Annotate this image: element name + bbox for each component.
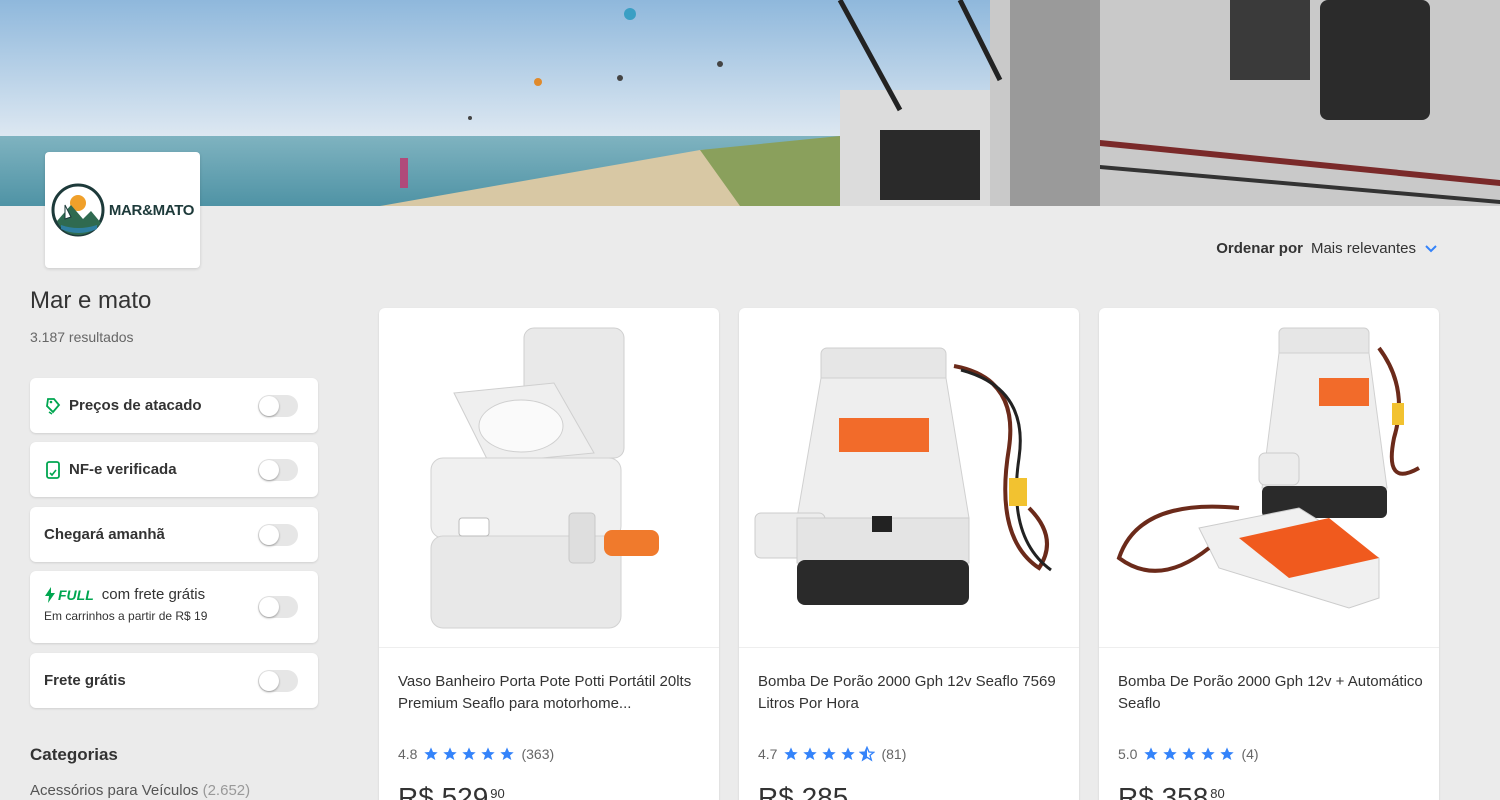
product-rating: 4.7 (81): [758, 746, 906, 762]
star-icon: [1144, 747, 1159, 760]
free-shipping-toggle[interactable]: [258, 669, 298, 692]
product-price: R$ 529 90: [398, 782, 505, 800]
product-image[interactable]: [739, 308, 1079, 648]
store-logo-card[interactable]: MAR&MATO: [45, 152, 200, 268]
wholesale-toggle[interactable]: [258, 394, 298, 417]
product-card[interactable]: Vaso Banheiro Porta Pote Potti Portátil …: [379, 308, 719, 800]
star-icon: [481, 747, 496, 760]
categories-title: Categorias: [30, 745, 118, 764]
category-count: (2.652): [202, 782, 251, 799]
product-image[interactable]: [1099, 308, 1439, 648]
product-card[interactable]: Bomba De Porão 2000 Gph 12v Seaflo 7569 …: [739, 308, 1079, 800]
product-card[interactable]: Bomba De Porão 2000 Gph 12v + Automático…: [1099, 308, 1439, 800]
star-icon: [424, 747, 439, 760]
category-label: Acessórios para Veículos: [30, 782, 199, 799]
price-cents: 90: [490, 786, 505, 800]
star-icon: [443, 747, 458, 760]
sort-label: Ordenar por: [1216, 240, 1303, 257]
filter-arrives-tomorrow[interactable]: Chegará amanhã: [30, 507, 318, 562]
star-icon: [1201, 747, 1216, 760]
store-logo-text: MAR&MATO: [108, 201, 195, 219]
lightning-icon: [45, 586, 55, 603]
product-price: R$ 285: [758, 782, 850, 800]
review-count: (4): [1241, 746, 1259, 762]
full-badge: FULL: [44, 586, 94, 603]
rating-value: 4.8: [398, 746, 418, 762]
product-title[interactable]: Vaso Banheiro Porta Pote Potti Portátil …: [398, 671, 703, 715]
sort-dropdown[interactable]: Ordenar por Mais relevantes: [1216, 240, 1438, 257]
star-icon: [1182, 747, 1197, 760]
wholesale-tag-icon: [44, 397, 62, 415]
half-star-icon: [859, 746, 876, 762]
rating-value: 4.7: [758, 746, 778, 762]
store-name: Mar e mato: [30, 287, 152, 314]
store-banner: [0, 0, 1500, 206]
rating-stars: [1143, 746, 1235, 762]
star-icon: [1220, 747, 1235, 760]
price-cents: 80: [1210, 786, 1225, 800]
filter-label: Frete grátis: [44, 672, 126, 689]
star-icon: [784, 747, 799, 760]
price-value: R$ 529: [398, 782, 489, 800]
product-title[interactable]: Bomba De Porão 2000 Gph 12v + Automático…: [1118, 671, 1423, 715]
product-rating: 5.0 (4): [1118, 746, 1259, 762]
review-count: (363): [521, 746, 555, 762]
price-value: R$ 285: [758, 782, 849, 800]
full-badge-text: FULL: [58, 586, 94, 603]
filter-wholesale[interactable]: Preços de atacado: [30, 378, 318, 433]
product-rating: 4.8 (363): [398, 746, 554, 762]
rating-value: 5.0: [1118, 746, 1138, 762]
filter-free-shipping[interactable]: Frete grátis: [30, 653, 318, 708]
nfe-toggle[interactable]: [258, 458, 298, 481]
rating-stars: [783, 746, 876, 762]
star-icon: [822, 747, 837, 760]
filter-label: Preços de atacado: [69, 397, 202, 414]
star-icon: [500, 747, 515, 760]
invoice-icon: [44, 460, 62, 479]
filter-full[interactable]: FULL com frete grátis Em carrinhos a par…: [30, 571, 318, 643]
results-count: 3.187 resultados: [30, 329, 134, 345]
price-value: R$ 358: [1118, 782, 1209, 800]
product-image[interactable]: [379, 308, 719, 648]
star-icon: [1163, 747, 1178, 760]
rating-stars: [423, 746, 515, 762]
review-count: (81): [881, 746, 907, 762]
filter-label: com frete grátis: [101, 586, 206, 603]
store-logo: MAR&MATO: [51, 183, 194, 237]
product-title[interactable]: Bomba De Porão 2000 Gph 12v Seaflo 7569 …: [758, 671, 1063, 715]
filter-label: Chegará amanhã: [44, 526, 165, 543]
star-icon: [841, 747, 856, 760]
star-icon: [462, 747, 477, 760]
sort-value: Mais relevantes: [1310, 240, 1416, 257]
product-price: R$ 358 80: [1118, 782, 1225, 800]
filter-nfe[interactable]: NF-e verificada: [30, 442, 318, 497]
star-icon: [803, 747, 818, 760]
arrives-tomorrow-toggle[interactable]: [258, 523, 298, 546]
chevron-down-icon: [1425, 244, 1437, 252]
category-link[interactable]: Acessórios para Veículos (2.652): [30, 782, 250, 799]
filter-label: NF-e verificada: [69, 461, 177, 478]
full-toggle[interactable]: [258, 596, 298, 618]
mountain-sailboat-icon: [51, 183, 105, 237]
